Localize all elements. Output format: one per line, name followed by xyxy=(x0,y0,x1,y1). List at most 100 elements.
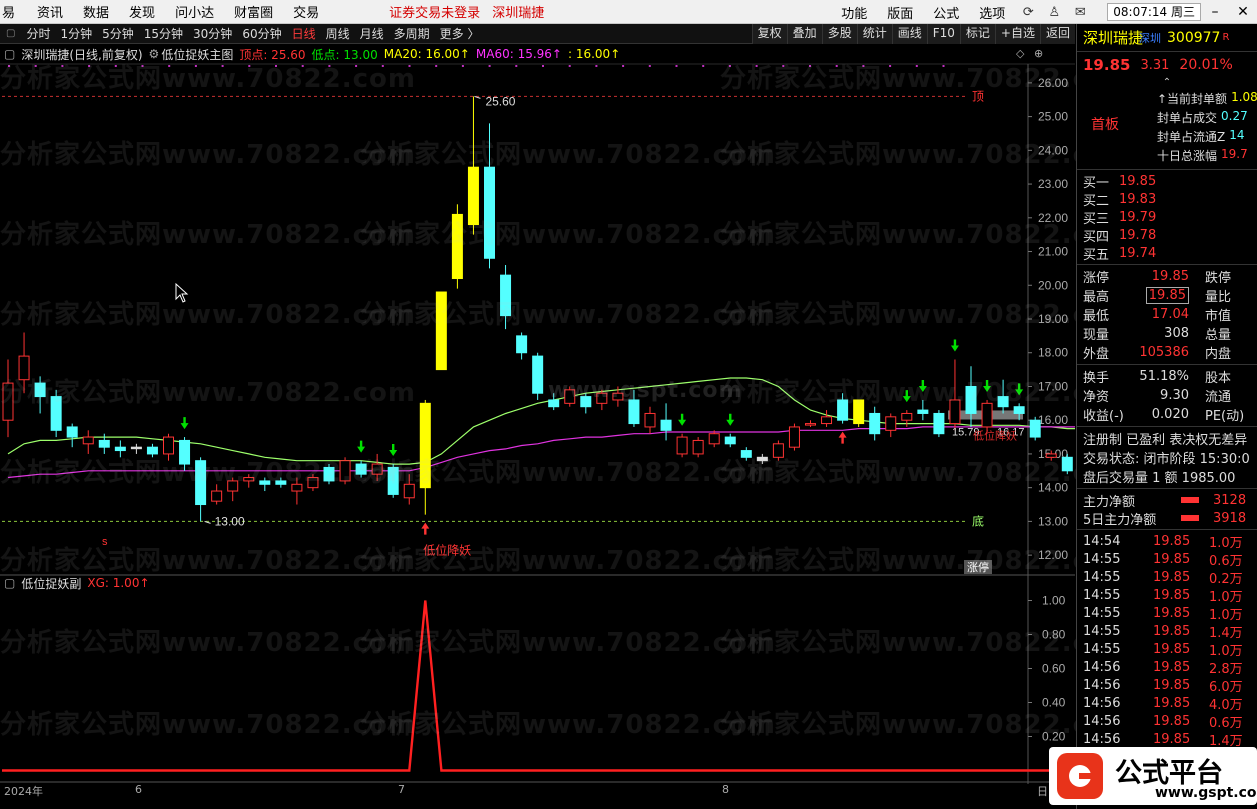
candle-body xyxy=(275,480,287,485)
sub-collapse-icon[interactable]: ▢ xyxy=(4,576,15,590)
period-5min[interactable]: 5分钟 xyxy=(97,25,139,42)
bid-row[interactable]: 买四 19.78 xyxy=(1077,226,1257,245)
trough-label: 13.00 xyxy=(215,514,245,528)
menu-item-data[interactable]: 数据 xyxy=(73,2,119,21)
tool-adjust[interactable]: 复权 xyxy=(751,24,787,44)
seal-key: ↑当前封单额 xyxy=(1157,92,1228,106)
indicator-settings-icon[interactable]: ⚙ xyxy=(149,47,160,61)
candle-body xyxy=(724,436,736,445)
stock-name: 深圳瑞捷 xyxy=(21,47,70,62)
tool-stats[interactable]: 统计 xyxy=(856,24,892,44)
quote-panel: 深圳瑞捷 深圳 300977 R 19.85 3.31 20.01% ⌃ 首板 … xyxy=(1076,24,1257,809)
signal-dot xyxy=(568,65,571,67)
tick-time: 14:55 xyxy=(1083,551,1121,567)
seal-key: 封单占成交 xyxy=(1157,111,1218,125)
menu-item-news[interactable]: 资讯 xyxy=(27,2,73,21)
minimize-icon[interactable]: – xyxy=(1201,4,1229,20)
user-icon[interactable]: ♙ xyxy=(1041,5,1067,20)
notice-stock: 深圳瑞捷 xyxy=(492,6,545,21)
bid-row[interactable]: 买一 19.85 xyxy=(1077,172,1257,191)
last-price: 19.85 xyxy=(1083,56,1131,74)
red-arrow-icon xyxy=(421,522,430,535)
signal-label-right: 低位降妖 xyxy=(973,428,1017,442)
login-notice[interactable]: 证券交易未登录 深圳瑞捷 xyxy=(389,2,552,21)
bid-row[interactable]: 买二 19.83 xyxy=(1077,190,1257,209)
menu-item-wealth[interactable]: 财富圈 xyxy=(224,2,283,21)
period-weekly[interactable]: 周线 xyxy=(321,25,355,42)
menu-item-layout[interactable]: 版面 xyxy=(877,3,923,22)
menu-item-trade[interactable]: 交易 xyxy=(283,2,329,21)
login-status: 证券交易未登录 xyxy=(389,6,481,21)
tick-list[interactable]: 14:54 19.85 1.0万 14:55 19.85 0.6万 14:55 19.85 0.… xyxy=(1077,530,1257,767)
menu-item-options[interactable]: 选项 xyxy=(969,3,1015,22)
xg-series-line xyxy=(2,600,1075,772)
bid-price: 19.83 xyxy=(1119,191,1157,207)
tick-row: 14:55 19.85 0.6万 xyxy=(1077,550,1257,569)
candle-body xyxy=(580,396,592,408)
close-icon[interactable]: ✕ xyxy=(1229,4,1257,20)
mail-icon[interactable]: ✉ xyxy=(1067,5,1093,20)
period-monthly[interactable]: 月线 xyxy=(355,25,389,42)
sub-y-tick-label: 0.20 xyxy=(1042,730,1066,744)
period-multi[interactable]: 多周期 xyxy=(389,25,435,42)
kline-chart[interactable]: 12.0013.0014.0015.0016.0017.0018.0019.00… xyxy=(0,44,1075,809)
candle-body xyxy=(708,433,720,445)
sub-y-tick-label: 0.60 xyxy=(1042,662,1066,676)
tick-price: 19.85 xyxy=(1153,731,1191,747)
seal-value: 1.08 xyxy=(1231,90,1257,104)
tick-time: 14:54 xyxy=(1083,533,1121,549)
y-tick-label: 19.00 xyxy=(1038,312,1068,326)
tool-overlay[interactable]: 叠加 xyxy=(786,24,822,44)
tick-volume: 1.0万 xyxy=(1209,643,1243,659)
period-30min[interactable]: 30分钟 xyxy=(188,25,237,42)
menu-item-ask[interactable]: 问小达 xyxy=(165,2,224,21)
refresh-icon[interactable]: ⟳ xyxy=(1015,5,1041,20)
period-intraday[interactable]: 分时 xyxy=(21,25,55,42)
candle-body xyxy=(933,412,945,435)
tool-draw[interactable]: 画线 xyxy=(891,24,927,44)
tool-multi-stock[interactable]: 多股 xyxy=(821,24,857,44)
chevron-up-icon[interactable]: ⌃ xyxy=(1077,78,1257,90)
sub-indicator-name[interactable]: 低位捉妖副 xyxy=(21,575,81,592)
tick-time: 14:56 xyxy=(1083,731,1121,747)
period-daily[interactable]: 日线 xyxy=(287,25,321,42)
indicator-name[interactable]: 低位捉妖主图 xyxy=(161,46,233,63)
period-60min[interactable]: 60分钟 xyxy=(237,25,286,42)
candle-body xyxy=(82,436,94,445)
seal-key: 封单占流通Z xyxy=(1157,130,1226,144)
menu-item-function[interactable]: 功能 xyxy=(831,3,877,22)
signal-dot xyxy=(168,65,171,67)
signal-dot xyxy=(488,65,491,67)
seal-row: 十日总涨幅 19.7 xyxy=(1157,147,1257,166)
tool-mark[interactable]: 标记 xyxy=(959,24,995,44)
stat-key: 外盘 xyxy=(1083,347,1110,362)
tick-time: 14:56 xyxy=(1083,713,1121,729)
menu-item-formula[interactable]: 公式 xyxy=(923,3,969,22)
collapse-icon[interactable]: ▢ xyxy=(4,47,15,61)
bid-price: 19.74 xyxy=(1119,245,1157,261)
period-more[interactable]: 更多 〉 xyxy=(435,25,485,42)
period-15min[interactable]: 15分钟 xyxy=(139,25,188,42)
candle-body xyxy=(628,399,640,425)
stat-key-2: 股本 xyxy=(1205,371,1232,386)
logo-site: www.gspt.com xyxy=(1155,785,1257,801)
tool-back[interactable]: 返回 xyxy=(1039,24,1075,44)
tool-f10[interactable]: F10 xyxy=(926,24,960,44)
bid-price: 19.79 xyxy=(1119,209,1157,225)
period-1min[interactable]: 1分钟 xyxy=(55,25,97,42)
bid-row[interactable]: 买五 19.74 xyxy=(1077,244,1257,263)
tool-add-watchlist[interactable]: +自选 xyxy=(994,24,1040,44)
candle-body xyxy=(419,402,431,489)
candle-body xyxy=(114,446,126,452)
candle-body xyxy=(788,426,800,448)
y-tick-label: 14.00 xyxy=(1038,481,1068,495)
menu-item-trade-prefix[interactable]: 易 xyxy=(0,2,27,21)
stat-row: 现量 308 总量 xyxy=(1077,324,1257,343)
stat-value: 19.85 xyxy=(1145,287,1189,304)
signal-dot xyxy=(675,65,678,67)
tick-row: 14:55 19.85 0.2万 xyxy=(1077,568,1257,587)
panel-toggle-icon[interactable]: ▢ xyxy=(6,28,15,39)
bid-row[interactable]: 买三 19.79 xyxy=(1077,208,1257,227)
stat-key-2: 跌停 xyxy=(1205,271,1232,286)
menu-item-discover[interactable]: 发现 xyxy=(119,2,165,21)
